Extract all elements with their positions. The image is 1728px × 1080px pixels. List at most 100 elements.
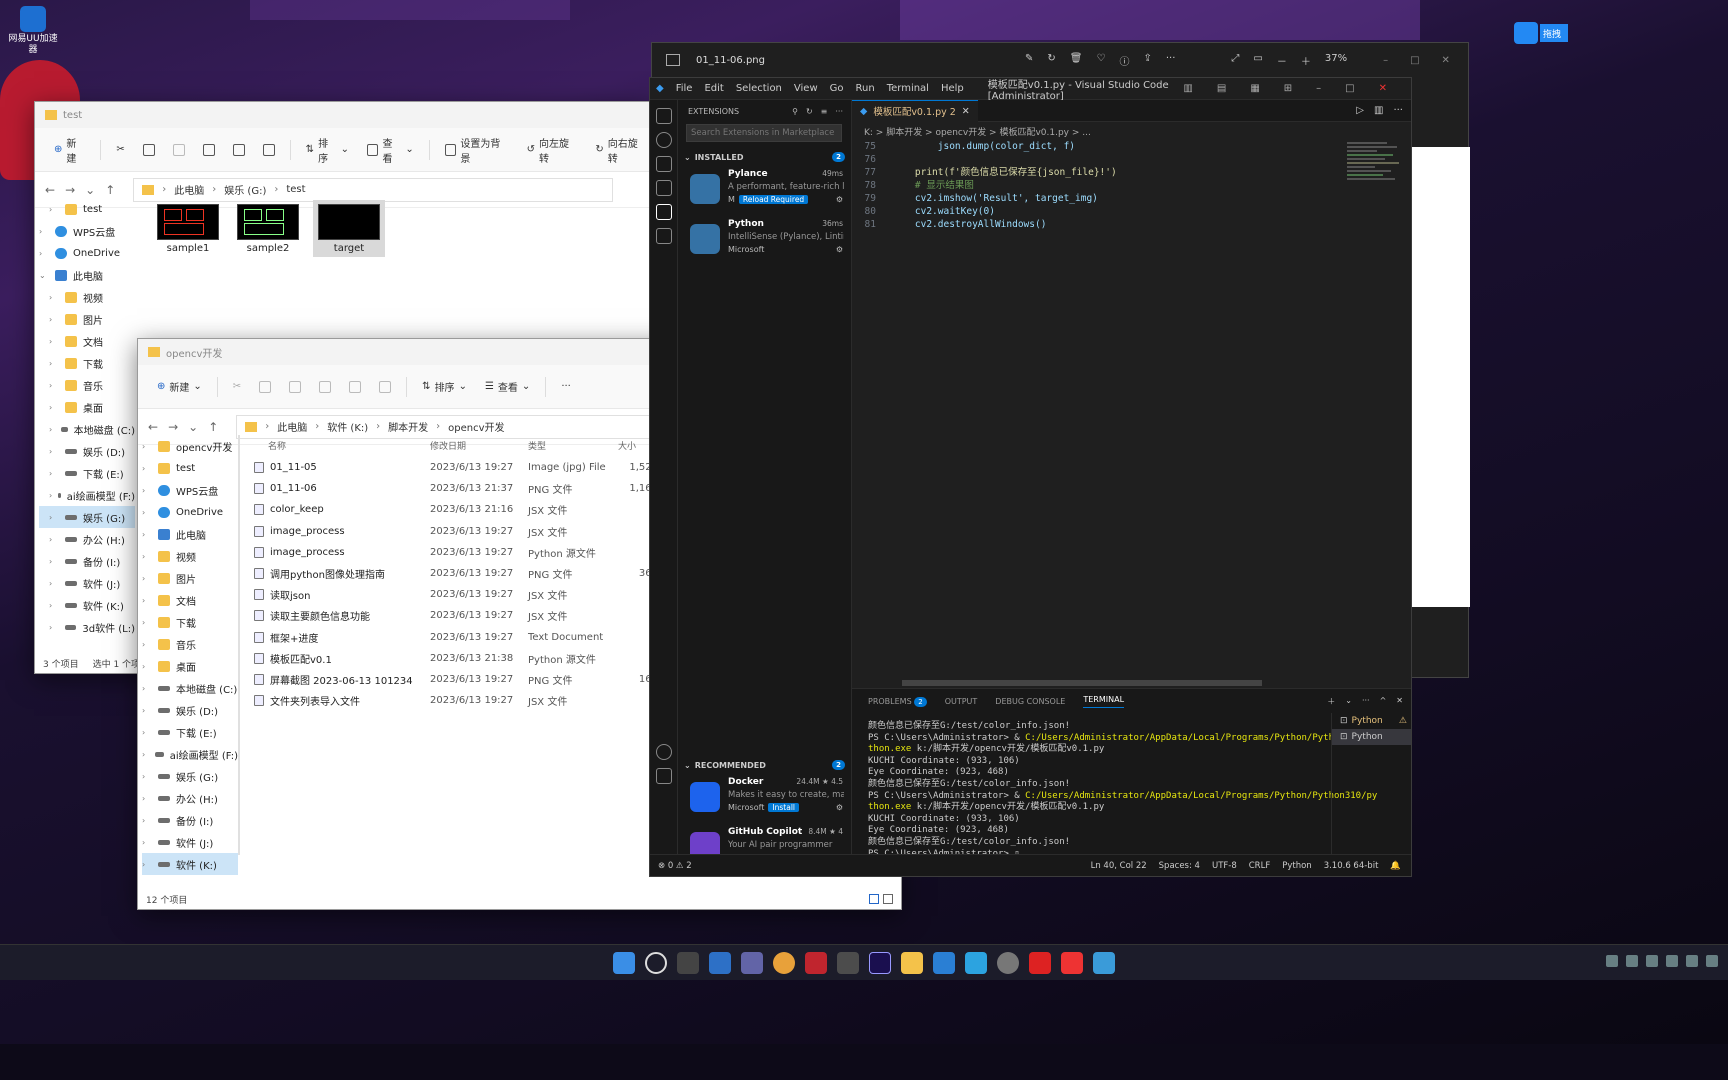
close-icon[interactable]: ✕ xyxy=(1396,696,1403,707)
source-control-icon[interactable] xyxy=(655,156,672,172)
chevron-icon[interactable]: › xyxy=(49,579,59,588)
network-icon[interactable] xyxy=(1626,955,1638,967)
nav-scrollbar[interactable] xyxy=(238,435,240,855)
nav-item[interactable]: › 桌面 xyxy=(39,396,135,418)
more-icon[interactable]: ··· xyxy=(1166,53,1176,68)
editor-tab-active[interactable]: ◆ 模板匹配v0.1.py 2 ✕ xyxy=(852,99,978,122)
chevron-icon[interactable]: › xyxy=(49,535,59,544)
chevron-icon[interactable]: › xyxy=(142,464,152,473)
breadcrumb-item[interactable]: opencv开发 xyxy=(448,419,504,434)
nav-item[interactable]: › 软件 (J:) xyxy=(39,572,135,594)
nav-item[interactable]: ⌄ 此电脑 xyxy=(39,264,135,286)
chevron-icon[interactable]: › xyxy=(39,227,49,236)
chevron-icon[interactable]: › xyxy=(142,838,152,847)
gear-icon[interactable]: ⚙ xyxy=(836,245,843,254)
chevron-icon[interactable]: › xyxy=(142,486,152,495)
tab-terminal[interactable]: TERMINAL xyxy=(1083,695,1125,708)
nav-item[interactable]: › 本地磁盘 (C:) xyxy=(142,677,238,699)
nav-item[interactable]: › 文档 xyxy=(142,589,238,611)
app-icon[interactable] xyxy=(837,951,859,974)
set-background-button[interactable]: 设置为背景 xyxy=(438,131,516,169)
nav-item[interactable]: › 备份 (I:) xyxy=(39,550,135,572)
menu-item-edit[interactable]: Edit xyxy=(704,83,723,94)
window-title-bar[interactable]: test xyxy=(35,102,653,128)
extension-item[interactable]: Python 36ms IntelliSense (Pylance), Lintin… xyxy=(678,216,851,266)
table-row[interactable]: color_keep2023/6/13 21:16JSX 文件4 xyxy=(254,499,658,520)
nav-item[interactable]: › 音乐 xyxy=(142,633,238,655)
chevron-icon[interactable]: › xyxy=(49,623,59,632)
line-ending[interactable]: CRLF xyxy=(1249,861,1270,871)
cursor-position[interactable]: Ln 40, Col 22 xyxy=(1091,861,1147,871)
rotate-left-button[interactable]: ↺ 向左旋转 xyxy=(520,131,585,169)
sort-button[interactable]: ⇅ 排序 ⌄ xyxy=(415,375,474,398)
volume-icon[interactable] xyxy=(1686,955,1698,967)
minimap[interactable] xyxy=(1347,140,1403,240)
nav-item[interactable]: › 下载 xyxy=(39,352,135,374)
bell-icon[interactable]: 🔔 xyxy=(1390,861,1401,871)
more-icon[interactable]: ··· xyxy=(835,107,843,116)
maximize-icon[interactable]: □ xyxy=(1410,55,1419,66)
back-arrow-icon[interactable]: ← xyxy=(148,420,158,434)
nav-item[interactable]: › 此电脑 xyxy=(142,523,238,545)
file-thumbnail[interactable]: sample2 xyxy=(233,200,303,254)
nav-item[interactable]: › 软件 (K:) xyxy=(142,853,238,875)
encoding[interactable]: UTF-8 xyxy=(1212,861,1237,871)
nav-item[interactable]: › ai绘画模型 (F:) xyxy=(39,484,135,506)
tiles-view-icon[interactable] xyxy=(883,894,893,904)
nav-item[interactable]: › ai绘画模型 (F:) xyxy=(142,743,238,765)
column-header-type[interactable]: 类型 xyxy=(528,439,618,452)
menu-item-selection[interactable]: Selection xyxy=(736,83,782,94)
paste-button[interactable] xyxy=(166,140,192,160)
chevron-icon[interactable]: › xyxy=(142,794,152,803)
chevron-icon[interactable]: › xyxy=(142,442,152,451)
cloud-app-badge[interactable]: 拖拽 xyxy=(1540,24,1568,42)
netease-icon[interactable] xyxy=(1029,951,1051,974)
zoom-out-icon[interactable]: － xyxy=(1277,53,1287,68)
nav-item[interactable]: › 桌面 xyxy=(142,655,238,677)
run-debug-icon[interactable] xyxy=(655,180,672,196)
chevron-icon[interactable]: › xyxy=(142,772,152,781)
table-row[interactable]: 读取主要颜色信息功能2023/6/13 19:27JSX 文件2 xyxy=(254,605,658,626)
forward-arrow-icon[interactable]: → xyxy=(65,183,75,197)
terminal-output[interactable]: 颜色信息已保存至G:/test/color_info.json! PS C:\Us… xyxy=(868,721,1377,860)
vscode-taskbar-icon[interactable] xyxy=(933,951,955,974)
nav-item[interactable]: › 图片 xyxy=(39,308,135,330)
nav-item[interactable]: › 3d软件 (L:) xyxy=(39,616,135,638)
info-icon[interactable]: ⓘ xyxy=(1119,53,1129,68)
chevron-icon[interactable]: › xyxy=(142,860,152,869)
nav-item[interactable]: › 软件 (J:) xyxy=(142,831,238,853)
history-chevron-icon[interactable]: ⌄ xyxy=(85,183,95,197)
nav-item[interactable]: › 图片 xyxy=(142,567,238,589)
chevron-icon[interactable]: › xyxy=(49,469,59,478)
nav-item[interactable]: › 视频 xyxy=(39,286,135,308)
account-icon[interactable] xyxy=(655,744,672,760)
zoom-in-icon[interactable]: ＋ xyxy=(1301,53,1311,68)
refresh-icon[interactable]: ↻ xyxy=(806,107,813,116)
toggle-sidebar-icon[interactable]: ▥ xyxy=(1183,83,1192,94)
table-row[interactable]: 读取json2023/6/13 19:27JSX 文件2 xyxy=(254,584,658,605)
chevron-icon[interactable]: › xyxy=(39,249,49,258)
recommended-section-header[interactable]: ⌄ RECOMMENDED 2 xyxy=(678,756,851,774)
up-arrow-icon[interactable]: ↑ xyxy=(208,420,218,434)
breadcrumb-item[interactable]: 脚本开发 xyxy=(388,419,428,434)
rename-button[interactable] xyxy=(312,377,338,397)
run-icon[interactable]: ▷ xyxy=(1356,105,1364,116)
menu-item-file[interactable]: File xyxy=(676,83,693,94)
nav-item[interactable]: › 下载 (E:) xyxy=(142,721,238,743)
view-button[interactable]: ☰ 查看 ⌄ xyxy=(478,375,537,398)
fullscreen-icon[interactable]: ⤢ xyxy=(1231,53,1239,68)
breadcrumb[interactable]: › 此电脑 › 娱乐 (G:) › test xyxy=(133,177,614,202)
rotate-right-button[interactable]: ↻ 向右旋转 xyxy=(588,131,653,169)
chevron-icon[interactable]: › xyxy=(49,425,55,434)
trash-icon[interactable]: 🗑 xyxy=(1070,53,1083,68)
extensions-icon[interactable] xyxy=(655,204,672,220)
extension-item[interactable]: Docker 24.4M ★ 4.5 Makes it easy to create… xyxy=(678,774,851,824)
file-explorer-icon[interactable] xyxy=(901,951,923,974)
terminal-list-item-active[interactable]: ⊡ Python xyxy=(1332,729,1411,745)
editor-breadcrumb[interactable]: K: > 脚本开发 > opencv开发 > 模板匹配v0.1.py > ... xyxy=(852,122,1411,140)
breadcrumb-item[interactable]: 此电脑 xyxy=(277,419,307,434)
new-button[interactable]: ⊕ 新建 ⌄ xyxy=(150,375,209,398)
chevron-icon[interactable]: › xyxy=(142,552,152,561)
extension-search-input[interactable] xyxy=(686,124,842,142)
column-header-name[interactable]: 名称 xyxy=(254,439,430,452)
